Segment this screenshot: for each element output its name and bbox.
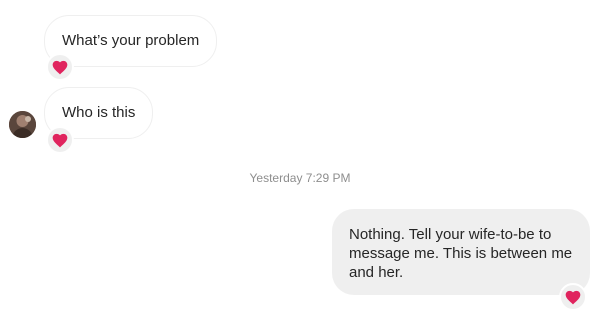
heart-reaction[interactable] xyxy=(46,126,74,154)
outgoing-message-bubble[interactable]: Nothing. Tell your wife-to-be to message… xyxy=(332,209,590,295)
message-text: Nothing. Tell your wife-to-be to message… xyxy=(349,226,573,281)
heart-icon xyxy=(52,133,68,147)
timestamp: Yesterday 7:29 PM xyxy=(249,171,351,185)
avatar[interactable] xyxy=(9,111,36,138)
profile-photo xyxy=(9,111,36,138)
message-text: Who is this xyxy=(62,104,136,121)
heart-icon xyxy=(52,60,68,74)
heart-reaction[interactable] xyxy=(46,53,74,81)
heart-icon xyxy=(565,290,581,304)
heart-reaction[interactable] xyxy=(559,283,587,311)
message-text: What’s your problem xyxy=(62,32,200,49)
